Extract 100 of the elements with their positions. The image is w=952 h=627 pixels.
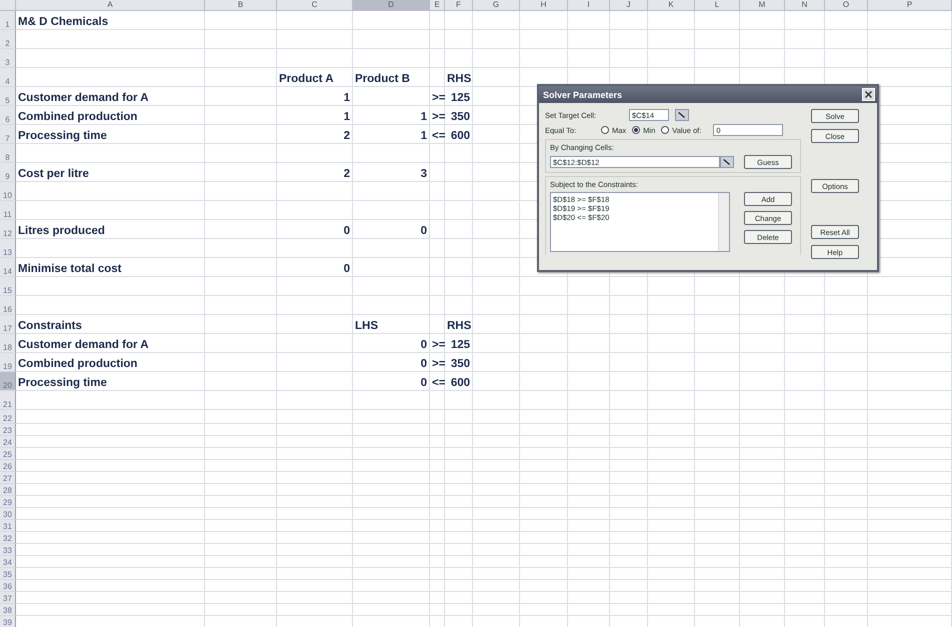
column-header[interactable]: M bbox=[740, 0, 785, 11]
row-header[interactable]: 30 bbox=[0, 508, 16, 520]
row-header[interactable]: 34 bbox=[0, 556, 16, 568]
table-cell: <= bbox=[430, 125, 445, 144]
table-cell: Processing time bbox=[16, 372, 205, 391]
column-header[interactable]: A bbox=[16, 0, 205, 11]
table-cell: 600 bbox=[445, 372, 473, 391]
table-cell: >= bbox=[430, 334, 445, 353]
scrollbar[interactable] bbox=[718, 193, 729, 251]
row-header[interactable]: 21 bbox=[0, 391, 16, 410]
table-cell: Customer demand for A bbox=[16, 87, 205, 106]
column-header[interactable]: E bbox=[430, 0, 445, 11]
range-picker-icon[interactable] bbox=[720, 156, 734, 168]
row-header[interactable]: 33 bbox=[0, 544, 16, 556]
radio-icon[interactable] bbox=[601, 126, 609, 134]
table-cell: 125 bbox=[445, 334, 473, 353]
table-cell: Customer demand for A bbox=[16, 334, 205, 353]
table-cell: 3 bbox=[353, 163, 430, 182]
table-cell: >= bbox=[430, 353, 445, 372]
table-cell: 1 bbox=[353, 125, 430, 144]
table-cell: >= bbox=[430, 106, 445, 125]
table-cell: Minimise total cost bbox=[16, 258, 205, 277]
row-header[interactable]: 29 bbox=[0, 496, 16, 508]
table-cell: 2 bbox=[277, 163, 353, 182]
row-header[interactable]: 24 bbox=[0, 436, 16, 448]
table-cell: RHS bbox=[445, 315, 473, 334]
table-cell: >= bbox=[430, 87, 445, 106]
table-cell: Combined production bbox=[16, 106, 205, 125]
table-cell: 0 bbox=[353, 353, 430, 372]
dialog-title: Solver Parameters bbox=[543, 90, 622, 100]
row-header[interactable]: 16 bbox=[0, 296, 16, 315]
row-header[interactable]: 28 bbox=[0, 484, 16, 496]
row-header[interactable]: 36 bbox=[0, 580, 16, 592]
row-header[interactable]: 35 bbox=[0, 568, 16, 580]
column-header[interactable]: C bbox=[277, 0, 353, 11]
column-header[interactable]: P bbox=[868, 0, 952, 11]
row-header[interactable]: 17 bbox=[0, 315, 16, 334]
row-header[interactable]: 18 bbox=[0, 334, 16, 353]
close-icon[interactable] bbox=[862, 88, 875, 101]
table-cell: 1 bbox=[277, 106, 353, 125]
column-header[interactable]: G bbox=[473, 0, 520, 11]
column-header[interactable]: I bbox=[568, 0, 610, 11]
row-header[interactable]: 38 bbox=[0, 604, 16, 616]
row-header[interactable]: 1 bbox=[0, 11, 16, 30]
row-header[interactable]: 5 bbox=[0, 87, 16, 106]
row-header[interactable]: 31 bbox=[0, 520, 16, 532]
row-header[interactable]: 9 bbox=[0, 163, 16, 182]
table-cell: 1 bbox=[277, 87, 353, 106]
row-header[interactable]: 7 bbox=[0, 125, 16, 144]
row-header[interactable]: 32 bbox=[0, 532, 16, 544]
column-header[interactable]: H bbox=[520, 0, 568, 11]
table-cell: Litres produced bbox=[16, 220, 205, 239]
column-header[interactable]: J bbox=[610, 0, 648, 11]
table-cell: 350 bbox=[445, 353, 473, 372]
column-header[interactable]: K bbox=[648, 0, 695, 11]
table-cell: 600 bbox=[445, 125, 473, 144]
radio-icon[interactable] bbox=[661, 126, 670, 134]
table-cell: LHS bbox=[353, 315, 430, 334]
row-header[interactable]: 39 bbox=[0, 616, 16, 627]
table-cell: 125 bbox=[445, 87, 473, 106]
column-header[interactable]: O bbox=[825, 0, 868, 11]
row-header[interactable]: 10 bbox=[0, 182, 16, 201]
row-header[interactable]: 37 bbox=[0, 592, 16, 604]
row-header[interactable]: 6 bbox=[0, 106, 16, 125]
row-header[interactable]: 13 bbox=[0, 239, 16, 258]
row-header[interactable]: 14 bbox=[0, 258, 16, 277]
row-header[interactable]: 23 bbox=[0, 424, 16, 436]
row-header[interactable]: 3 bbox=[0, 49, 16, 68]
column-header[interactable]: B bbox=[205, 0, 277, 11]
row-header[interactable]: 27 bbox=[0, 472, 16, 484]
row-header[interactable]: 15 bbox=[0, 277, 16, 296]
table-cell: 0 bbox=[353, 372, 430, 391]
table-cell: Product A bbox=[277, 68, 353, 87]
range-picker-icon[interactable] bbox=[675, 109, 689, 121]
table-cell: Constraints bbox=[16, 315, 205, 334]
table-cell: 0 bbox=[353, 220, 430, 239]
column-header[interactable]: D bbox=[353, 0, 430, 11]
table-cell: Combined production bbox=[16, 353, 205, 372]
table-cell: Processing time bbox=[16, 125, 205, 144]
row-header[interactable]: 25 bbox=[0, 448, 16, 460]
table-cell: 0 bbox=[353, 334, 430, 353]
table-cell: 2 bbox=[277, 125, 353, 144]
row-header[interactable]: 4 bbox=[0, 68, 16, 87]
table-cell: Cost per litre bbox=[16, 163, 205, 182]
row-header[interactable]: 22 bbox=[0, 410, 16, 424]
row-header[interactable]: 12 bbox=[0, 220, 16, 239]
table-cell: RHS bbox=[445, 68, 473, 87]
row-header[interactable]: 20 bbox=[0, 372, 16, 391]
row-header[interactable]: 8 bbox=[0, 144, 16, 163]
column-header[interactable]: F bbox=[445, 0, 473, 11]
row-header[interactable]: 19 bbox=[0, 353, 16, 372]
row-header[interactable]: 26 bbox=[0, 460, 16, 472]
column-header[interactable]: N bbox=[785, 0, 825, 11]
table-cell: 0 bbox=[277, 220, 353, 239]
radio-icon[interactable] bbox=[632, 126, 640, 134]
row-header[interactable]: 2 bbox=[0, 30, 16, 49]
table-cell: <= bbox=[430, 372, 445, 391]
table-cell: 350 bbox=[445, 106, 473, 125]
row-header[interactable]: 11 bbox=[0, 201, 16, 220]
column-header[interactable]: L bbox=[695, 0, 740, 11]
